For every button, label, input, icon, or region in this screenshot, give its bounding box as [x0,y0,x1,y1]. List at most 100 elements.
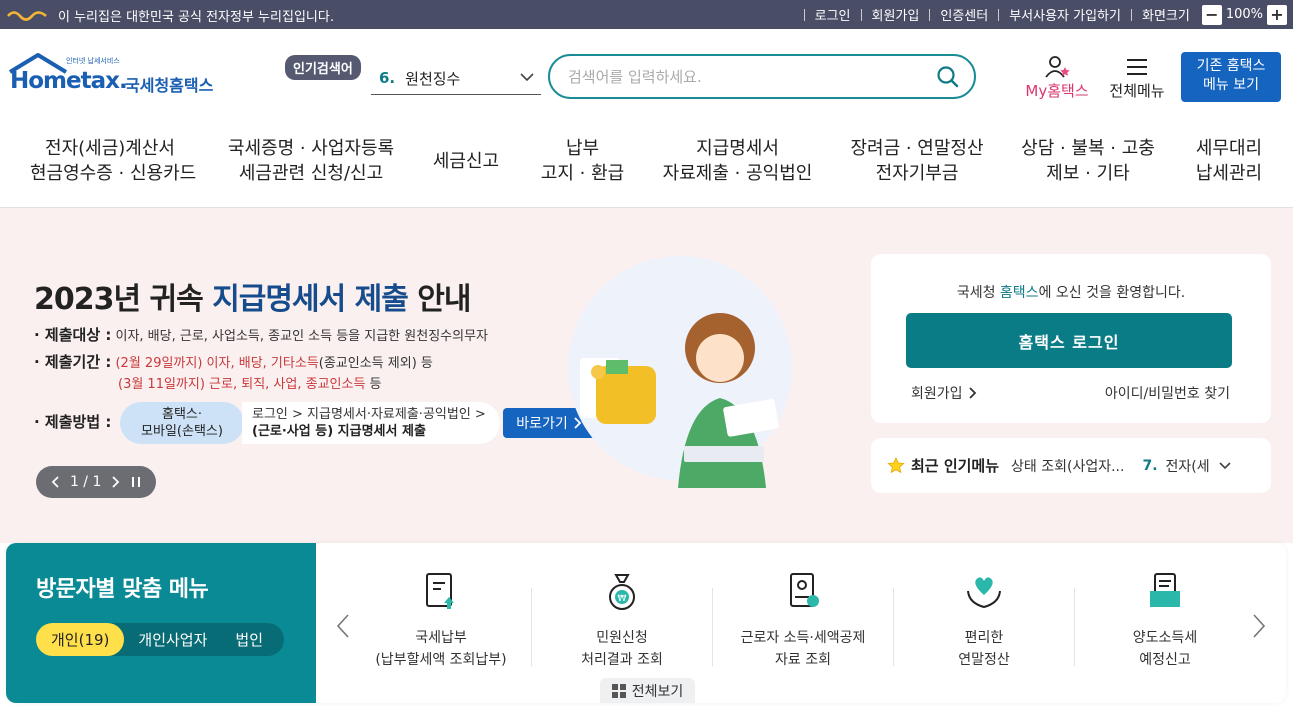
old-hometax-menu-button[interactable]: 기존 홈택스 메뉴 보기 [1181,52,1281,102]
find-id-password-link[interactable]: 아이디/비밀번호 찾기 [1105,383,1230,403]
popular-search-tag: 인기검색어 [285,55,361,80]
nav-incentive[interactable]: 장려금 · 연말정산 전자기부금 [848,136,986,186]
nav-line: 상담 · 불복 · 고충 [1021,138,1155,159]
logo-small-text: 인터넷 납세서비스 [66,57,120,65]
search-icon[interactable] [936,65,960,89]
banner-period-row2: (3월 11일까지) 근로, 퇴직, 사업, 종교인소득 등 [118,373,382,392]
user-icon [1045,56,1070,78]
hamburger-icon [1127,59,1147,75]
next-icon[interactable] [112,476,120,488]
banner-illustration-image [568,256,792,488]
nav-tax-report[interactable]: 세금신고 [427,149,505,174]
svg-text:₩: ₩ [618,594,627,604]
screen-size-label: 화면크기 [1141,9,1190,24]
menu-line: 양도소득세 [1132,630,1198,646]
nav-e-invoice[interactable]: 전자(세금)계산서 현금영수증 · 신용카드 [30,136,197,186]
method-label: · 제출방법 : [34,413,112,431]
banner-title-highlight: 지급명세서 제출 [212,282,409,317]
nav-payment-statement[interactable]: 지급명세서 자료제출 · 공익법인 [660,136,815,186]
nav-line: 납부 [565,138,600,159]
tab-individual[interactable]: 개인(19) [36,623,125,656]
welcome-text: 국세청 홈택스에 오신 것을 환영합니다. [871,282,1271,302]
recent-item[interactable]: 상태 조회(사업자... [1011,456,1124,476]
all-menu-button[interactable]: 전체메뉴 [1106,55,1168,101]
nav-line: 현금영수증 · 신용카드 [30,163,197,184]
banner-method-row: · 제출방법 : [34,411,111,432]
popular-search-select[interactable]: 6. 원천징수 [371,62,541,95]
method-pill-line: 모바일(손택스) [141,424,223,439]
method-path: 로그인 > 지급명세서·자료제출·공익법인 > (근로·사업 등) 지급명세서 … [242,402,500,444]
nav-tax-agent[interactable]: 세무대리 납세관리 [1190,136,1268,186]
chevron-down-icon[interactable] [1218,459,1232,473]
popular-term: 원천징수 [405,69,461,88]
welcome-highlight: 홈택스 [999,285,1039,301]
old-btn-line1: 기존 홈택스 [1196,58,1266,74]
nav-line: 전자기부금 [875,163,959,184]
view-all-label: 전체보기 [631,683,684,700]
nav-payment[interactable]: 납부 고지 · 환급 [535,136,630,186]
method-path-line: (근로·사업 등) 지급명세서 제출 [252,424,426,439]
banner-title[interactable]: 2023년 귀속 지급명세서 제출 안내 [34,274,471,318]
method-path-line: 로그인 > 지급명세서·자료제출·공익법인 > [252,407,486,422]
dept-user-join-link[interactable]: 부서사용자 가입하기 [1009,5,1121,24]
pause-icon[interactable] [131,476,141,488]
banner-period-row: · 제출기간 : (2월 29일까지) 이자, 배당, 기타소득(종교인소득 제… [34,351,433,372]
search-box [548,54,976,99]
login-link[interactable]: 로그인 [815,5,851,24]
document-upload-icon [426,573,454,609]
welcome-part: 에 오신 것을 환영합니다. [1038,285,1186,301]
carousel-next-icon[interactable] [1252,613,1266,639]
divider [1130,8,1132,21]
nav-line: 국세증명 · 사업자등록 [227,138,395,159]
visitor-menu-panel: 방문자별 맞춤 메뉴 개인(19) 개인사업자 법인 국세납부 (납부할세액 조… [6,543,1286,703]
menu-worker-income[interactable]: 근로자 소득·세액공제 자료 조회 [713,571,893,671]
join-link[interactable]: 회원가입 [911,383,977,403]
divider [929,8,931,21]
tab-sole-proprietor[interactable]: 개인사업자 [124,629,221,650]
menu-line: 국세납부 [415,630,467,646]
menu-capital-gains[interactable]: 양도소득세 예정신고 [1075,571,1255,671]
popular-rank: 6. [379,69,396,87]
nav-line: 제보 · 기타 [1046,163,1130,184]
nav-line: 세금관련 신청/신고 [238,163,384,184]
menu-line: 연말정산 [958,652,1010,668]
hometax-logo[interactable]: 인터넷 납세서비스 Hometax. 국세청홈택스 [8,52,223,100]
banner-title-part: 2023년 귀속 [34,282,213,317]
join-link[interactable]: 회원가입 [872,5,920,24]
main-nav: 전자(세금)계산서 현금영수증 · 신용카드 국세증명 · 사업자등록 세금관련… [0,122,1293,208]
hero-banner: 2023년 귀속 지급명세서 제출 안내 · 제출대상 : 이자, 배당, 근로… [0,208,1293,543]
folder-document-icon [1150,573,1180,607]
nav-certificate[interactable]: 국세증명 · 사업자등록 세금관련 신청/신고 [226,136,396,186]
menu-line: (납부할세액 조회납부) [375,652,507,668]
nav-line: 전자(세금)계산서 [45,138,175,159]
nav-line: 납세관리 [1195,163,1263,184]
chevron-right-icon [968,387,976,399]
cert-center-link[interactable]: 인증센터 [940,5,988,24]
menu-year-end-settlement[interactable]: 편리한 연말정산 [894,571,1074,671]
menu-line: 편리한 [964,630,1004,646]
menu-line: 예정신고 [1139,652,1191,668]
prev-icon[interactable] [51,476,59,488]
banner-pager: 1 / 1 [36,466,156,498]
zoom-in-button[interactable]: + [1267,4,1287,25]
tab-corporation[interactable]: 법인 [221,629,277,650]
period2-red: (3월 11일까지) 근로, 퇴직, 사업, 종교인소득 [118,377,366,392]
my-hometax-button[interactable]: My홈택스 [1022,55,1092,101]
target-label: · 제출대상 : [34,326,112,344]
banner-title-part: 안내 [407,282,471,317]
gov-notice: 이 누리집은 대한민국 공식 전자정부 누리집입니다. [6,6,334,25]
nav-counsel[interactable]: 상담 · 불복 · 고충 제보 · 기타 [1018,136,1158,186]
carousel-prev-icon[interactable] [336,613,350,639]
all-menu-label: 전체메뉴 [1109,82,1165,100]
target-text: 이자, 배당, 근로, 사업소득, 종교인 소득 등을 지급한 원천징수의무자 [115,329,488,344]
view-all-button[interactable]: 전체보기 [600,678,695,703]
zoom-out-button[interactable]: − [1201,4,1222,25]
menu-line: 처리결과 조회 [581,652,663,668]
menu-tax-payment[interactable]: 국세납부 (납부할세액 조회납부) [351,571,531,671]
hometax-login-button[interactable]: 홈택스 로그인 [906,313,1232,368]
recent-item[interactable]: 전자(세 [1166,456,1210,476]
search-input[interactable] [568,67,928,86]
recent-rank: 7. [1142,457,1158,474]
menu-civil-petition[interactable]: ₩ 민원신청 처리결과 조회 [532,571,712,671]
menu-line: 근로자 소득·세액공제 [740,630,866,646]
